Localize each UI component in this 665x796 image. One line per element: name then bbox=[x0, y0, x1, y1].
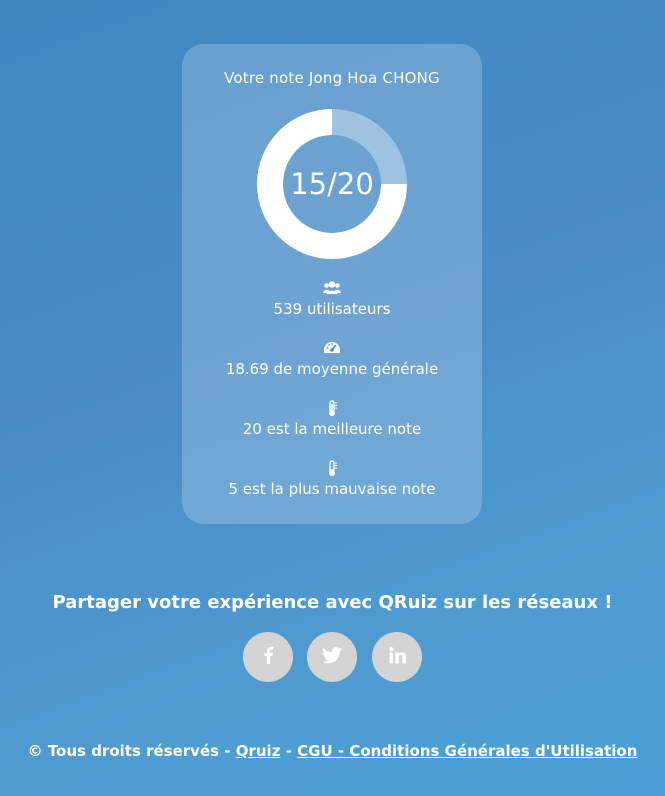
stat-worst-text: 5 est la plus mauvaise note bbox=[228, 480, 436, 498]
cgu-link[interactable]: CGU - Conditions Générales d'Utilisation bbox=[297, 742, 637, 760]
result-card: Votre note Jong Hoa CHONG 15/20 539 util… bbox=[182, 44, 482, 524]
stat-best: 20 est la meilleure note bbox=[182, 400, 482, 438]
stat-users: 539 utilisateurs bbox=[182, 280, 482, 318]
stat-worst: 5 est la plus mauvaise note bbox=[182, 460, 482, 498]
linkedin-icon bbox=[388, 646, 406, 668]
linkedin-share-button[interactable] bbox=[372, 632, 422, 682]
facebook-icon bbox=[262, 646, 274, 668]
score-gauge: 15/20 bbox=[257, 109, 407, 259]
footer-separator: - bbox=[285, 742, 292, 760]
thermometer-icon bbox=[323, 460, 341, 478]
stat-best-text: 20 est la meilleure note bbox=[242, 420, 422, 438]
thermometer-icon bbox=[323, 400, 341, 418]
result-title: Votre note Jong Hoa CHONG bbox=[224, 69, 440, 87]
gauge-icon bbox=[323, 340, 341, 358]
footer: © Tous droits réservés - Qruiz - CGU - C… bbox=[0, 742, 665, 760]
stat-average-text: 18.69 de moyenne générale bbox=[225, 360, 439, 378]
share-title: Partager votre expérience avec QRuiz sur… bbox=[52, 592, 613, 613]
stat-users-text: 539 utilisateurs bbox=[273, 300, 391, 318]
copyright-text: © Tous droits réservés - bbox=[27, 742, 231, 760]
users-icon bbox=[323, 280, 341, 298]
twitter-share-button[interactable] bbox=[307, 632, 357, 682]
score-value: 15/20 bbox=[290, 167, 374, 201]
stat-average: 18.69 de moyenne générale bbox=[182, 340, 482, 378]
twitter-icon bbox=[322, 646, 342, 668]
facebook-share-button[interactable] bbox=[243, 632, 293, 682]
qruiz-link[interactable]: Qruiz bbox=[236, 742, 281, 760]
